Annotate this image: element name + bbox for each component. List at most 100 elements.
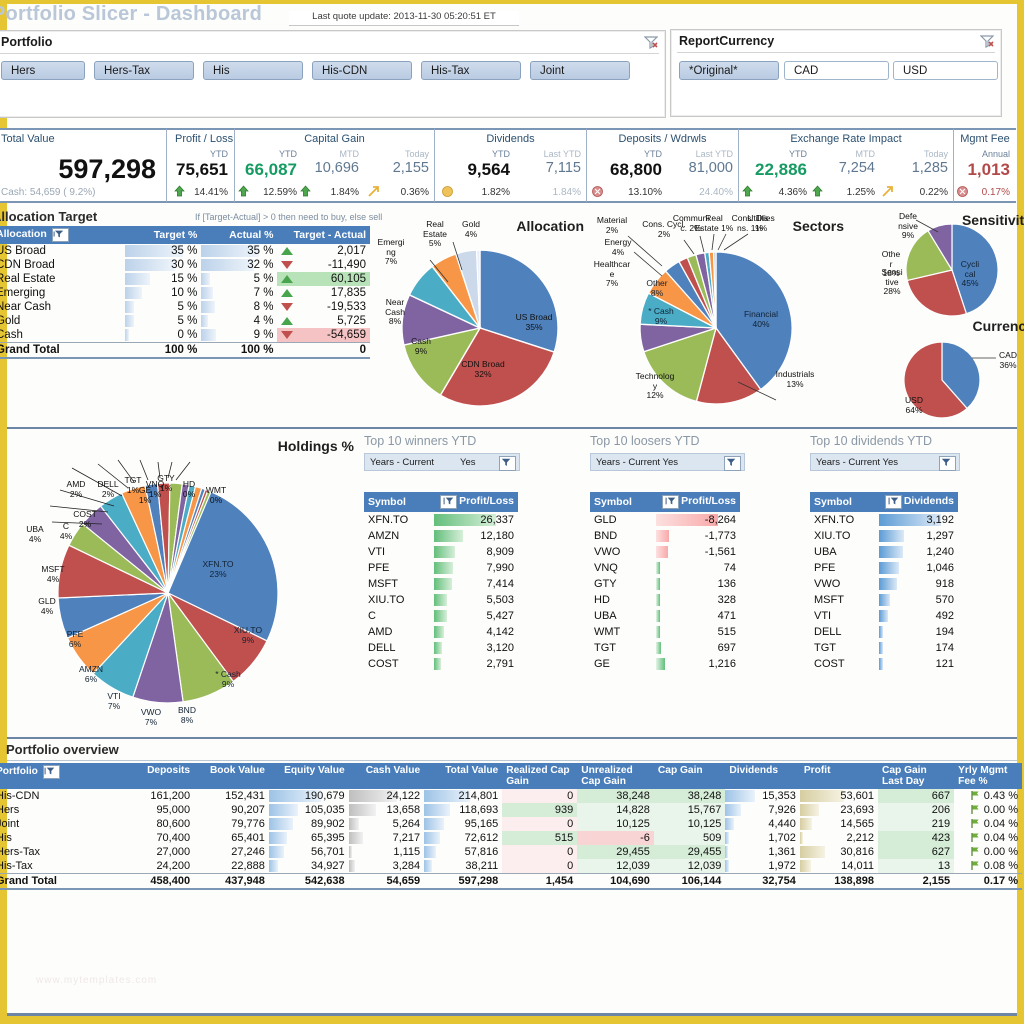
table-row[interactable]: VNQ74 [590,560,740,576]
col-portfolio[interactable]: Portfolio [0,763,119,789]
portfolio-slicer-button-hers[interactable]: Hers [1,61,85,80]
table-row[interactable]: VTI8,909 [364,544,518,560]
table-row[interactable]: Near Cash5 %8 % -19,533 [0,300,370,314]
table-row[interactable]: Hers-Tax27,00027,24656,7011,11557,816029… [0,845,1022,859]
symbol-cell: WMT [590,624,656,640]
col-cash-value[interactable]: Cash Value [349,763,424,789]
table-row[interactable]: VWO918 [810,576,958,592]
filter-icon[interactable] [499,456,516,471]
filter-icon[interactable] [939,456,956,471]
sort-filter-icon[interactable] [52,228,69,242]
col-portfolio-label: Portfolio [0,766,38,777]
col-target-actual[interactable]: Target - Actual [277,226,370,244]
col-realized-cap-gain[interactable]: Realized Cap Gain [502,763,577,789]
table-row[interactable]: XFN.TO26,337 [364,512,518,528]
table-row[interactable]: CDN Broad30 %32 % -11,490 [0,258,370,272]
table-row[interactable]: HD328 [590,592,740,608]
table-row[interactable]: XIU.TO1,297 [810,528,958,544]
col-equity-value[interactable]: Equity Value [269,763,349,789]
sort-filter-icon[interactable] [43,765,60,779]
currency-slicer-button-usd[interactable]: USD [893,61,998,80]
table-row[interactable]: Hers95,00090,207105,03513,658118,6939391… [0,803,1022,817]
table-row[interactable]: His-Tax24,20022,88834,9273,28438,211012,… [0,859,1022,874]
portfolio-name: His-Tax [0,859,119,874]
sort-filter-icon[interactable] [662,495,679,509]
portfolio-slicer-button-his-cdn[interactable]: His-CDN [312,61,412,80]
portfolio-slicer-button-joint[interactable]: Joint [530,61,630,80]
table-row[interactable]: PFE7,990 [364,560,518,576]
allocation-target-title: Allocation Target [0,209,97,224]
col-deposits[interactable]: Deposits [119,763,194,789]
table-row[interactable]: Real Estate15 %5 % 60,105 [0,272,370,286]
col-symbol[interactable]: Symbol [810,492,879,512]
table-row[interactable]: VWO-1,561 [590,544,740,560]
table-row[interactable]: MSFT570 [810,592,958,608]
currency-slicer-button-original[interactable]: *Original* [679,61,779,80]
table-row[interactable]: Cash0 %9 % -54,659 [0,328,370,343]
portfolio-slicer-button-his[interactable]: His [203,61,303,80]
table-row[interactable]: C5,427 [364,608,518,624]
table-row[interactable]: VTI492 [810,608,958,624]
table-row[interactable]: PFE1,046 [810,560,958,576]
table-row[interactable]: AMD4,142 [364,624,518,640]
col-target-pct[interactable]: Target % [125,226,201,244]
table-row[interactable]: XFN.TO3,192 [810,512,958,528]
table-row[interactable]: AMZN12,180 [364,528,518,544]
top-winners-slicer[interactable]: Years - Current Yes [364,453,520,471]
table-row[interactable]: Joint80,60079,77689,9025,26495,165010,12… [0,817,1022,831]
top-dividends-slicer[interactable]: Years - Current Yes [810,453,960,471]
col-allocation[interactable]: Allocation [0,226,125,244]
table-row[interactable]: WMT515 [590,624,740,640]
data-bar [434,546,455,558]
table-row[interactable]: MSFT7,414 [364,576,518,592]
col-total-value[interactable]: Total Value [424,763,502,789]
col-dividends-label: Dividends [904,495,954,507]
table-row[interactable]: XIU.TO5,503 [364,592,518,608]
col-cap-gain[interactable]: Cap Gain [654,763,725,789]
table-row[interactable]: TGT697 [590,640,740,656]
realized-cap-gain-cell: 939 [502,803,577,817]
col-book-value[interactable]: Book Value [194,763,269,789]
col-dividends[interactable]: Dividends [725,763,800,789]
table-row[interactable]: Gold5 %4 % 5,725 [0,314,370,328]
table-row[interactable]: DELL3,120 [364,640,518,656]
table-row[interactable]: US Broad35 %35 % 2,017 [0,244,370,258]
table-row[interactable]: DELL194 [810,624,958,640]
col-yrly-mgmt-fee[interactable]: Yrly Mgmt Fee % [954,763,1022,789]
col-profit-loss[interactable]: Profit/Loss [656,492,740,512]
clear-filter-icon[interactable] [644,35,658,49]
table-row[interactable]: GE1,216 [590,656,740,672]
top-loosers-slicer[interactable]: Years - Current Yes [590,453,745,471]
col-unrealized-cap-gain[interactable]: Unrealized Cap Gain [577,763,654,789]
table-row[interactable]: His70,40065,40165,3957,21772,612515-6509… [0,831,1022,845]
col-symbol[interactable]: Symbol [364,492,434,512]
filter-icon[interactable] [724,456,741,471]
triangle-down-icon [281,261,293,269]
currency-slicer-button-cad[interactable]: CAD [784,61,889,80]
value-cell: 5,503 [434,592,518,608]
sort-filter-icon[interactable] [885,495,902,509]
table-row[interactable]: GLD-8,264 [590,512,740,528]
table-row[interactable]: Emerging10 %7 % 17,835 [0,286,370,300]
portfolio-slicer-button-his-tax[interactable]: His-Tax [421,61,521,80]
table-row[interactable]: COST2,791 [364,656,518,672]
portfolio-slicer-button-hers-tax[interactable]: Hers-Tax [94,61,194,80]
table-row[interactable]: His-CDN161,200152,431190,67924,122214,80… [0,789,1022,803]
clear-filter-icon[interactable] [980,34,994,48]
table-row[interactable]: TGT174 [810,640,958,656]
col-cap-gain-last-day[interactable]: Cap Gain Last Day [878,763,954,789]
col-profit-loss[interactable]: Profit/Loss [434,492,518,512]
col-actual-pct[interactable]: Actual % [201,226,277,244]
table-row[interactable]: GTY136 [590,576,740,592]
pie-label-usd: USD 64% [898,396,930,415]
sort-filter-icon[interactable] [440,495,457,509]
table-row[interactable]: UBA471 [590,608,740,624]
kpi-label: Dividends [435,133,586,145]
table-row[interactable]: UBA1,240 [810,544,958,560]
dividends-cell: 1,361 [725,845,800,859]
col-symbol[interactable]: Symbol [590,492,656,512]
table-row[interactable]: BND-1,773 [590,528,740,544]
col-dividends[interactable]: Dividends [879,492,958,512]
table-row[interactable]: COST121 [810,656,958,672]
col-profit[interactable]: Profit [800,763,878,789]
